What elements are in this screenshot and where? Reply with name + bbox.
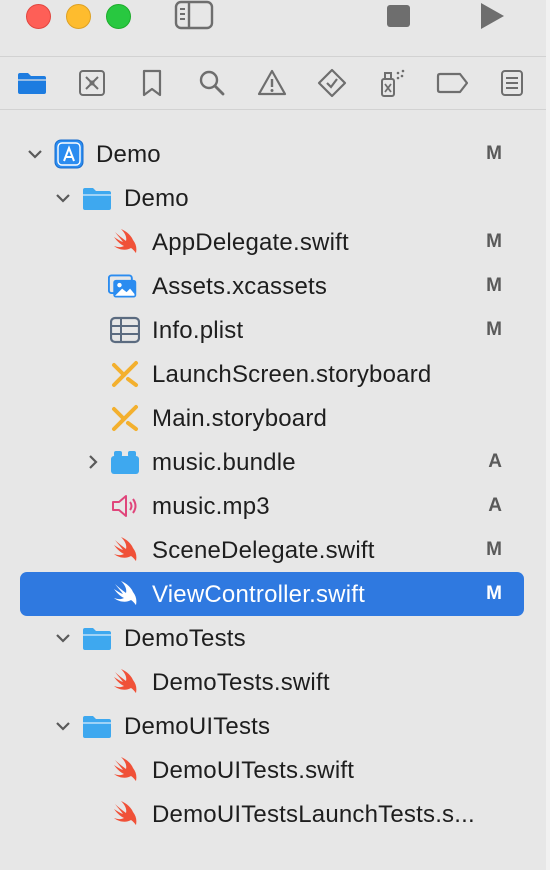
tree-row-label: music.mp3 [152, 493, 270, 520]
tree-row-file[interactable]: DemoUITests.swift [20, 752, 524, 788]
assets-icon [108, 274, 137, 298]
tree-row-folder[interactable]: Demo [20, 180, 524, 216]
source-control-icon[interactable] [76, 67, 108, 99]
folder-icon[interactable] [16, 67, 48, 99]
scm-status-badge: M [486, 231, 502, 252]
play-icon[interactable] [478, 0, 508, 32]
chevron-down-icon[interactable] [54, 717, 72, 735]
warning-icon[interactable] [256, 67, 288, 99]
tree-row-label: DemoUITests [124, 713, 271, 740]
chevron-down-icon[interactable] [26, 145, 44, 163]
navigator-tab-bar [0, 57, 546, 110]
chevron-right-icon[interactable] [84, 453, 102, 471]
tree-row-file[interactable]: music.mp3 A [20, 488, 524, 524]
window-toolbar [0, 0, 550, 57]
tree-row-file[interactable]: Main.storyboard [20, 400, 524, 436]
debug-spray-icon[interactable] [376, 67, 408, 99]
swift-icon [114, 757, 137, 781]
report-list-icon[interactable] [496, 67, 528, 99]
tree-row-file-selected[interactable]: ViewController.swift M [20, 572, 524, 616]
folder-icon [83, 716, 111, 738]
tree-row-label: DemoTests [124, 625, 246, 652]
breakpoint-tag-icon[interactable] [436, 67, 468, 99]
scm-status-badge: M [486, 275, 502, 296]
search-icon[interactable] [196, 67, 228, 99]
swift-icon [114, 801, 137, 825]
tree-row-label: DemoUITests.swift [152, 757, 355, 784]
close-window-button[interactable] [26, 4, 51, 29]
tree-row-folder[interactable]: DemoTests [20, 620, 524, 656]
storyboard-icon [112, 405, 138, 431]
tree-row-label: SceneDelegate.swift [152, 537, 375, 564]
minimize-window-button[interactable] [66, 4, 91, 29]
stop-icon[interactable] [386, 0, 412, 30]
tree-row-file[interactable]: Assets.xcassets M [20, 268, 524, 304]
tree-row-file[interactable]: DemoTests.swift [20, 664, 524, 700]
tree-row-file[interactable]: DemoUITestsLaunchTests.s... [20, 796, 524, 832]
tree-row-file[interactable]: AppDelegate.swift M [20, 224, 524, 260]
bundle-icon [111, 451, 139, 474]
tree-row-bundle[interactable]: music.bundle A [20, 444, 524, 480]
tree-row-folder[interactable]: DemoUITests [20, 708, 524, 744]
tree-row-file[interactable]: SceneDelegate.swift M [20, 532, 524, 568]
tree-row-label: Assets.xcassets [152, 273, 328, 300]
plist-icon [110, 316, 140, 344]
scm-status-badge: A [488, 495, 502, 516]
scm-status-badge: A [488, 451, 502, 472]
tree-row-label: Demo [124, 185, 189, 212]
tree-row-label: music.bundle [152, 449, 296, 476]
tree-row-label: Demo [96, 141, 161, 168]
tree-row-label: AppDelegate.swift [152, 229, 349, 256]
audio-icon [112, 495, 137, 517]
tree-row-file[interactable]: LaunchScreen.storyboard [20, 356, 524, 392]
tree-row-project[interactable]: Demo M [20, 136, 524, 172]
tree-row-label: Main.storyboard [152, 405, 328, 432]
tree-row-label: Info.plist [152, 317, 244, 344]
sidebar-icon[interactable] [174, 0, 214, 32]
tree-row-label: DemoTests.swift [152, 669, 330, 696]
tree-row-file[interactable]: Info.plist M [20, 312, 524, 348]
zoom-window-button[interactable] [106, 4, 131, 29]
scm-status-badge: M [486, 319, 502, 340]
app-project-icon [54, 139, 84, 169]
scm-status-badge: M [486, 143, 502, 164]
swift-icon [114, 537, 137, 561]
bookmark-icon[interactable] [136, 67, 168, 99]
scm-status-badge: M [486, 583, 502, 604]
editor-edge [546, 0, 550, 870]
tree-row-label: DemoUITestsLaunchTests.s... [152, 801, 475, 828]
swift-icon [114, 229, 137, 253]
scm-status-badge: M [486, 539, 502, 560]
swift-icon [114, 581, 137, 605]
folder-icon [83, 628, 111, 650]
tree-row-label: LaunchScreen.storyboard [152, 361, 432, 388]
chevron-down-icon[interactable] [54, 629, 72, 647]
storyboard-icon [112, 361, 138, 387]
folder-icon [83, 188, 111, 210]
swift-icon [114, 669, 137, 693]
tree-row-label: ViewController.swift [152, 581, 365, 608]
chevron-down-icon[interactable] [54, 189, 72, 207]
test-diamond-icon[interactable] [316, 67, 348, 99]
